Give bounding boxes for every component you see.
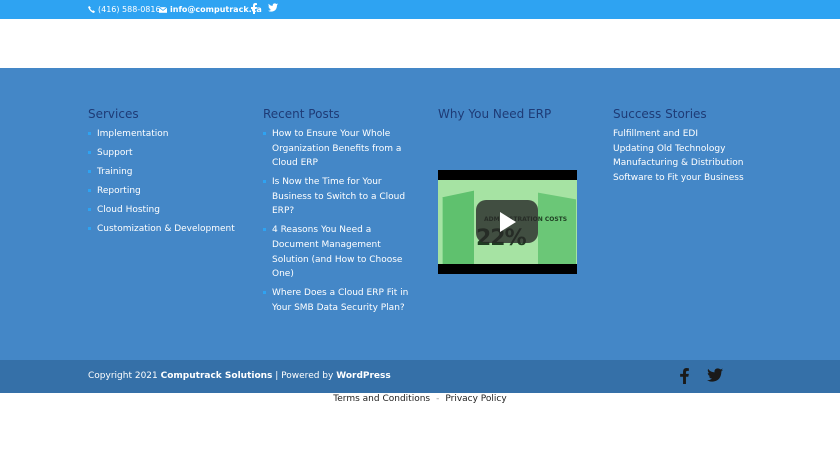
content-area-blank: [0, 19, 840, 68]
footer-twitter-link[interactable]: [707, 368, 723, 382]
success-story-link[interactable]: Fulfillment and EDI: [613, 127, 763, 142]
thumbnail-building-left: [442, 190, 474, 264]
terms-link[interactable]: Terms and Conditions: [333, 394, 430, 404]
success-story-link[interactable]: Software to Fit your Business: [613, 171, 763, 186]
wordpress-link[interactable]: WordPress: [336, 371, 391, 381]
footer-facebook-link[interactable]: [680, 368, 689, 384]
services-widget: Services Implementation Support Training…: [88, 107, 248, 241]
success-stories-widget: Success Stories Fulfillment and EDI Upda…: [613, 107, 763, 185]
facebook-link[interactable]: [251, 3, 257, 14]
envelope-icon: [159, 6, 167, 13]
copyright-text: Copyright 2021 Computrack Solutions | Po…: [88, 371, 391, 381]
footer-bottom-bar: Copyright 2021 Computrack Solutions | Po…: [0, 360, 840, 393]
services-item-cloud-hosting[interactable]: Cloud Hosting: [88, 203, 248, 218]
services-item-support[interactable]: Support: [88, 146, 248, 161]
email-address: info@computrack.ca: [170, 5, 262, 14]
recent-post-link[interactable]: How to Ensure Your Whole Organization Be…: [263, 127, 413, 171]
company-link[interactable]: Computrack Solutions: [161, 371, 273, 381]
recent-post-link[interactable]: Where Does a Cloud ERP Fit in Your SMB D…: [263, 286, 413, 315]
recent-posts-list: How to Ensure Your Whole Organization Be…: [263, 127, 413, 315]
top-header-bar: (416) 588-0816 info@computrack.ca: [0, 0, 840, 19]
privacy-link[interactable]: Privacy Policy: [445, 394, 506, 404]
success-story-link[interactable]: Manufacturing & Distribution: [613, 156, 763, 171]
powered-by-text: | Powered by: [275, 371, 334, 381]
services-list: Implementation Support Training Reportin…: [88, 127, 248, 237]
twitter-icon: [707, 368, 723, 382]
twitter-link[interactable]: [268, 3, 278, 12]
recent-post-link[interactable]: 4 Reasons You Need a Document Management…: [263, 223, 413, 281]
play-button-icon[interactable]: [476, 200, 538, 243]
recent-post-link[interactable]: Is Now the Time for Your Business to Swi…: [263, 175, 413, 219]
success-stories-title: Success Stories: [613, 107, 707, 121]
erp-video-player[interactable]: ADMINISTRATION COSTS 22%: [438, 170, 577, 274]
services-title: Services: [88, 107, 139, 121]
phone-contact[interactable]: (416) 588-0816: [88, 5, 161, 14]
twitter-icon: [268, 3, 278, 12]
recent-posts-title: Recent Posts: [263, 107, 340, 121]
phone-number: (416) 588-0816: [98, 5, 161, 14]
legal-links: Terms and Conditions - Privacy Policy: [0, 394, 840, 404]
success-story-link[interactable]: Updating Old Technology: [613, 142, 763, 157]
phone-icon: [88, 6, 95, 13]
why-erp-title: Why You Need ERP: [438, 107, 552, 121]
facebook-icon: [251, 3, 257, 14]
recent-posts-widget: Recent Posts How to Ensure Your Whole Or…: [263, 107, 413, 320]
thumbnail-building-right: [538, 192, 576, 264]
copyright-prefix: Copyright 2021: [88, 371, 158, 381]
success-stories-list: Fulfillment and EDI Updating Old Technol…: [613, 127, 763, 185]
legal-separator: -: [436, 394, 440, 404]
facebook-icon: [680, 368, 689, 384]
services-item-customization[interactable]: Customization & Development: [88, 222, 248, 237]
services-item-implementation[interactable]: Implementation: [88, 127, 248, 142]
email-contact[interactable]: info@computrack.ca: [159, 5, 262, 14]
services-item-training[interactable]: Training: [88, 165, 248, 180]
why-erp-widget: Why You Need ERP ADMINISTRATION COSTS 22…: [438, 107, 588, 274]
footer-widgets: Services Implementation Support Training…: [0, 68, 840, 360]
services-item-reporting[interactable]: Reporting: [88, 184, 248, 199]
